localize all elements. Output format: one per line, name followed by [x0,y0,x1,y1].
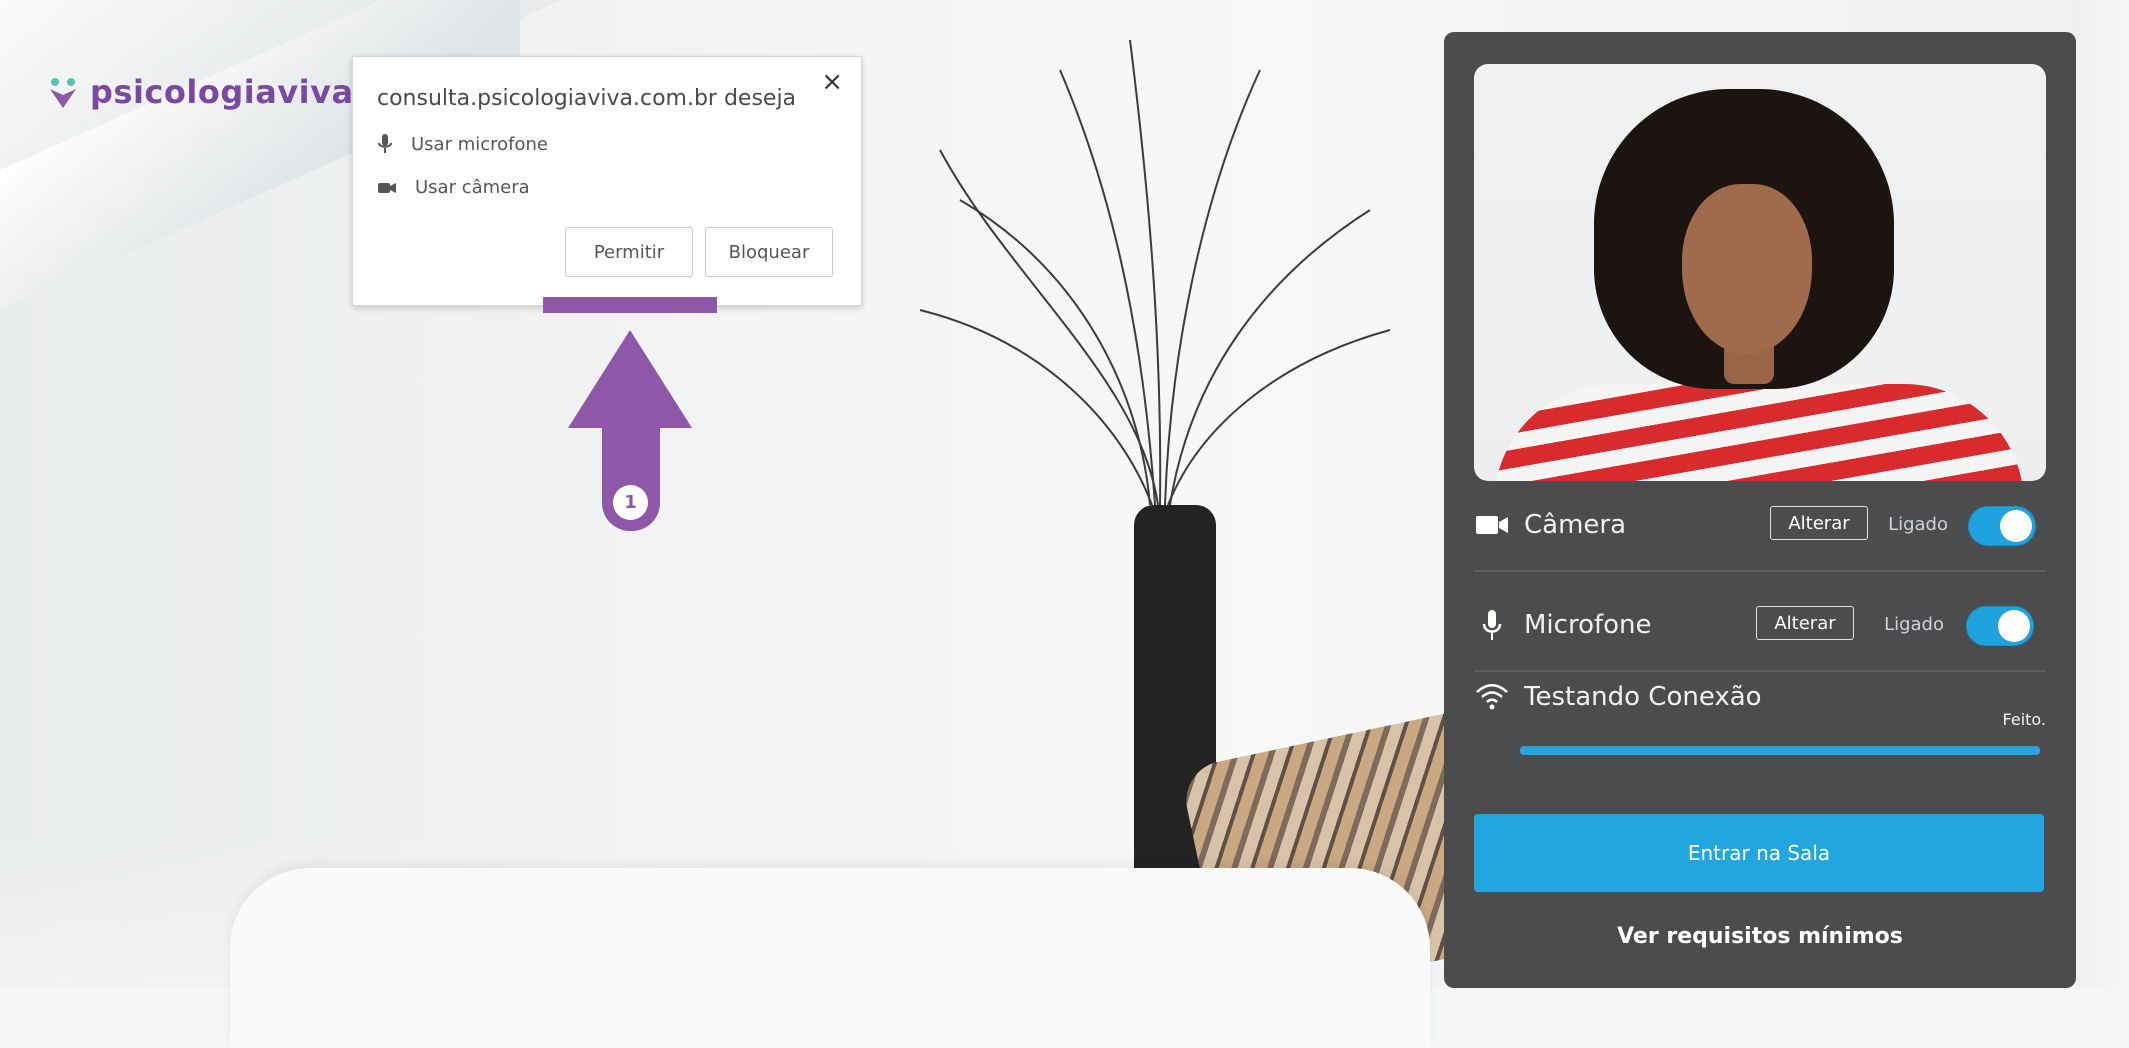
camera-toggle[interactable] [1968,506,2036,546]
microphone-toggle[interactable] [1966,606,2034,646]
connection-status: Feito. [2002,710,2046,729]
decorative-grass [919,39,1391,506]
camera-label: Câmera [1524,510,1627,540]
microphone-label: Microfone [1524,610,1652,640]
enter-room-button[interactable]: Entrar na Sala [1474,814,2044,892]
decorative-sofa [230,868,1430,1048]
microphone-icon [378,134,392,153]
connection-progress-bar [1520,746,2040,755]
allow-button[interactable]: Permitir [565,227,693,277]
preview-face [1682,184,1812,354]
permission-microphone-label: Usar microfone [411,133,548,155]
background-edge [2076,0,2129,988]
permission-camera: Usar câmera [377,177,530,198]
permission-site: consulta.psicologiaviva.com.br deseja [377,86,797,111]
annotation-arrow-head [568,330,692,428]
annotation-underline [543,297,717,313]
browser-permission-dialog: consulta.psicologiaviva.com.br deseja × … [352,56,862,306]
block-button[interactable]: Bloquear [705,227,833,277]
connection-row: Testando Conexão Feito. [1474,682,2046,802]
microphone-row: Microfone Alterar Ligado [1474,580,2046,672]
annotation-step-number: 1 [613,485,648,520]
camera-change-button[interactable]: Alterar [1770,506,1868,540]
camera-row: Câmera Alterar Ligado [1474,480,2046,572]
camera-preview [1474,64,2046,481]
permission-camera-label: Usar câmera [415,177,530,198]
microphone-icon [1474,608,1510,642]
device-check-panel: Câmera Alterar Ligado Microfone Alterar … [1444,32,2076,988]
requirements-link[interactable]: Ver requisitos mínimos [1444,924,2076,949]
logo-icon [50,78,76,108]
microphone-change-button[interactable]: Alterar [1756,606,1854,640]
preview-shirt [1494,384,2024,481]
brand-logo: psicologiaviva [46,73,354,111]
camera-icon [1474,514,1510,536]
wifi-icon [1474,684,1510,710]
camera-state: Ligado [1888,514,1948,535]
permission-microphone: Usar microfone [377,132,548,156]
camera-icon [378,182,396,193]
logo-text: psicologiaviva [90,73,354,111]
connection-label: Testando Conexão [1524,682,1762,712]
microphone-state: Ligado [1884,614,1944,635]
close-icon[interactable]: × [821,67,843,97]
